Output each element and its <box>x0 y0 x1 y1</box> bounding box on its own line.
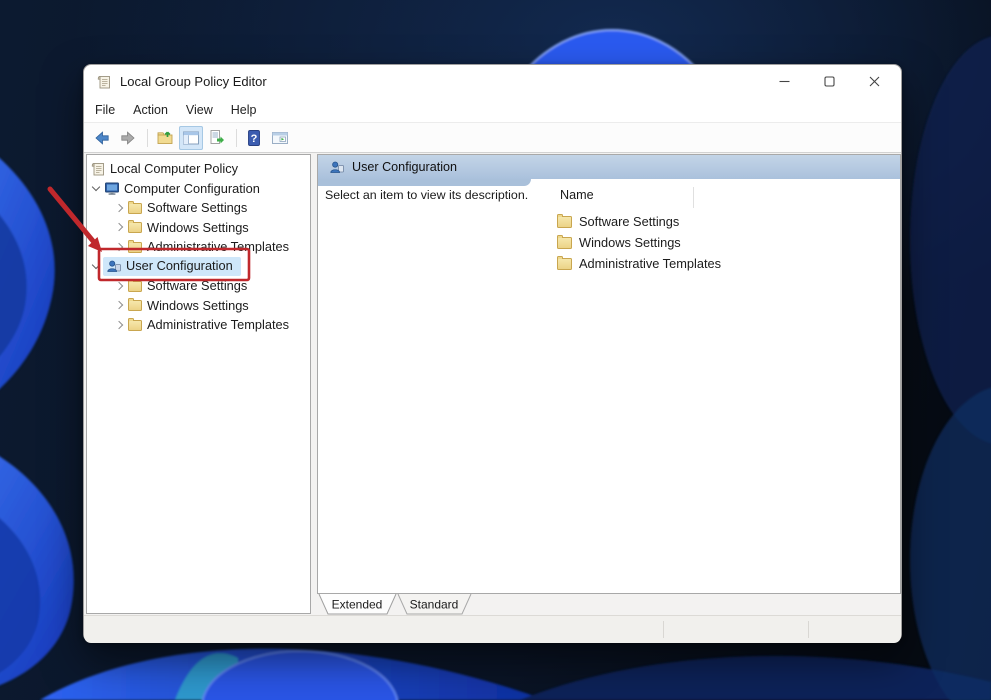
list-item-label: Software Settings <box>579 214 679 229</box>
tree-item-label: Administrative Templates <box>147 239 289 254</box>
chevron-expanded-icon[interactable] <box>90 181 104 195</box>
help-icon: ? <box>245 129 263 147</box>
close-button[interactable] <box>852 65 897 98</box>
status-bar-separator <box>808 621 809 638</box>
minimize-icon <box>779 76 790 87</box>
chevron-collapsed-icon[interactable] <box>113 279 127 293</box>
description-text: Select an item to view its description. <box>325 188 528 202</box>
folder-icon <box>127 317 143 333</box>
policy-scroll-icon <box>90 161 106 177</box>
action-pane-icon <box>271 129 289 147</box>
up-one-level-button[interactable] <box>153 126 177 150</box>
svg-text:?: ? <box>251 133 258 145</box>
list-item-windows-settings[interactable]: Windows Settings <box>557 232 681 253</box>
show-console-tree-icon <box>182 129 200 147</box>
tree-item-label: Local Computer Policy <box>110 161 238 176</box>
svg-text:Standard: Standard <box>410 598 459 612</box>
tree-item-computer-configuration[interactable]: Computer Configuration <box>87 179 310 199</box>
folder-icon <box>127 219 143 235</box>
tree-item-label: Computer Configuration <box>124 181 260 196</box>
back-button[interactable] <box>90 126 114 150</box>
list-item-software-settings[interactable]: Software Settings <box>557 211 679 232</box>
local-group-policy-editor-window: Local Group Policy Editor File Action Vi… <box>83 64 902 642</box>
export-list-button[interactable] <box>205 126 229 150</box>
column-header-name[interactable]: Name <box>560 188 594 202</box>
tree-item-software-settings-user[interactable]: Software Settings <box>87 276 310 296</box>
menu-action[interactable]: Action <box>124 100 177 120</box>
chevron-collapsed-icon[interactable] <box>113 201 127 215</box>
chevron-collapsed-icon[interactable] <box>113 220 127 234</box>
results-pane-title: User Configuration <box>352 160 457 174</box>
list-item-label: Administrative Templates <box>579 256 721 271</box>
minimize-button[interactable] <box>762 65 807 98</box>
forward-icon <box>119 129 137 147</box>
tree-item-software-settings-computer[interactable]: Software Settings <box>87 198 310 218</box>
tree-item-local-computer-policy[interactable]: Local Computer Policy <box>87 159 310 179</box>
window-title: Local Group Policy Editor <box>120 74 267 89</box>
forward-button[interactable] <box>116 126 140 150</box>
extended-tab-curve <box>318 179 531 186</box>
folder-icon <box>127 297 143 313</box>
back-icon <box>93 129 111 147</box>
close-icon <box>869 76 880 87</box>
chevron-collapsed-icon[interactable] <box>113 240 127 254</box>
tree-item-user-configuration[interactable]: User Configuration <box>87 257 310 277</box>
tree-item-administrative-templates-computer[interactable]: Administrative Templates <box>87 237 310 257</box>
action-pane-button[interactable] <box>268 126 292 150</box>
help-button[interactable]: ? <box>242 126 266 150</box>
menu-file[interactable]: File <box>86 100 124 120</box>
maximize-button[interactable] <box>807 65 852 98</box>
tree-item-windows-settings-computer[interactable]: Windows Settings <box>87 218 310 238</box>
user-configuration-icon <box>106 258 122 274</box>
console-tree-pane: Local Computer Policy Computer Configura… <box>86 154 311 614</box>
title-bar[interactable]: Local Group Policy Editor <box>84 65 901 98</box>
list-item-administrative-templates[interactable]: Administrative Templates <box>557 253 721 274</box>
svg-text:Extended: Extended <box>332 598 383 612</box>
folder-icon <box>557 236 573 249</box>
tree-item-windows-settings-user[interactable]: Windows Settings <box>87 296 310 316</box>
toolbar-separator <box>147 129 148 147</box>
folder-icon <box>127 200 143 216</box>
tab-extended[interactable]: Extended <box>319 594 396 614</box>
tab-standard[interactable]: Standard <box>398 594 471 614</box>
status-bar-separator <box>663 621 664 638</box>
folder-icon <box>127 278 143 294</box>
tree-item-label: User Configuration <box>126 258 233 273</box>
chevron-expanded-icon[interactable] <box>90 259 104 273</box>
folder-icon <box>557 215 573 228</box>
maximize-icon <box>824 76 835 87</box>
status-bar <box>84 615 901 643</box>
chevron-collapsed-icon[interactable] <box>113 298 127 312</box>
tree-item-label: Administrative Templates <box>147 317 289 332</box>
column-divider[interactable] <box>693 187 694 208</box>
export-list-icon <box>208 129 226 147</box>
user-configuration-icon <box>329 159 345 175</box>
computer-icon <box>104 180 120 196</box>
menu-bar: File Action View Help <box>84 98 901 122</box>
policy-scroll-icon <box>96 74 112 90</box>
tree-item-label: Windows Settings <box>147 220 249 235</box>
menu-view[interactable]: View <box>177 100 222 120</box>
menu-help[interactable]: Help <box>222 100 266 120</box>
chevron-collapsed-icon[interactable] <box>113 318 127 332</box>
selected-tree-item: User Configuration <box>103 257 241 276</box>
tree-item-label: Software Settings <box>147 200 247 215</box>
up-one-level-icon <box>156 129 174 147</box>
toolbar: ? <box>84 122 901 153</box>
toolbar-separator <box>236 129 237 147</box>
items-list: Name Software Settings Windows Settings … <box>547 155 900 593</box>
list-item-label: Windows Settings <box>579 235 681 250</box>
folder-icon <box>557 257 573 270</box>
folder-icon <box>127 239 143 255</box>
tree-item-label: Software Settings <box>147 278 247 293</box>
results-pane: User Configuration Select an item to vie… <box>317 154 901 594</box>
view-tabs: Extended Standard <box>317 594 547 615</box>
tree-item-administrative-templates-user[interactable]: Administrative Templates <box>87 315 310 335</box>
show-console-tree-button[interactable] <box>179 126 203 150</box>
tree-item-label: Windows Settings <box>147 298 249 313</box>
